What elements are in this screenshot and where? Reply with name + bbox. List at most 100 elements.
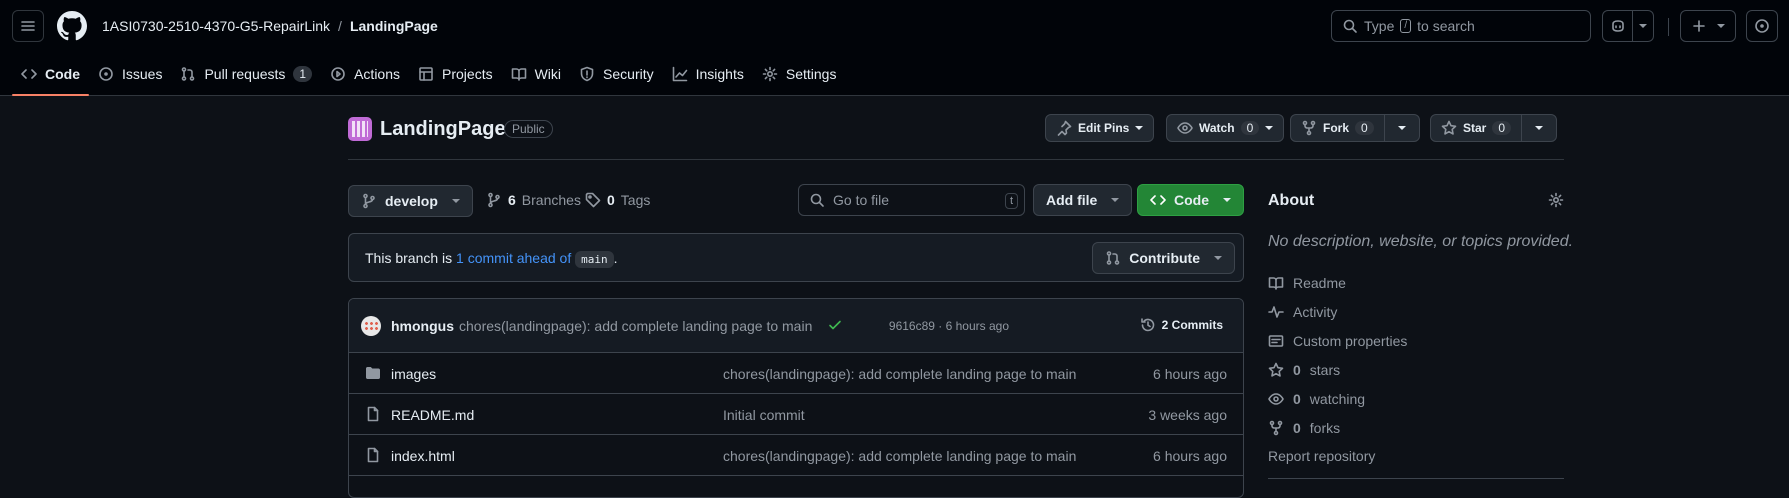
code-dropdown-button[interactable]: Code xyxy=(1137,184,1244,216)
file-age: 6 hours ago xyxy=(1153,448,1227,464)
issue-icon xyxy=(98,66,114,82)
github-logo-icon[interactable] xyxy=(56,10,88,42)
file-icon xyxy=(365,406,381,422)
tags-link[interactable]: 0 Tags xyxy=(585,192,650,208)
tab-code[interactable]: Code xyxy=(12,56,89,96)
check-icon[interactable] xyxy=(827,317,843,333)
commit-message-link[interactable]: chores(landingpage): add complete landin… xyxy=(459,318,812,334)
file-commit-message-link[interactable]: chores(landingpage): add complete landin… xyxy=(723,366,1076,382)
avatar[interactable] xyxy=(361,316,381,336)
divider xyxy=(1268,478,1564,479)
file-commit-message-link[interactable]: Initial commit xyxy=(723,407,805,423)
about-item-label: Activity xyxy=(1293,303,1338,320)
create-new-button[interactable] xyxy=(1680,10,1736,42)
tag-icon xyxy=(585,192,601,208)
star-button[interactable]: Star 0 xyxy=(1430,114,1558,142)
about-stars-link[interactable]: 0 stars xyxy=(1268,355,1564,384)
watch-count: 0 xyxy=(1240,121,1260,135)
tab-label: Pull requests xyxy=(204,66,286,82)
commit-sha-time[interactable]: 9616c89 · 6 hours ago xyxy=(889,319,1009,333)
add-file-button[interactable]: Add file xyxy=(1033,184,1133,216)
file-icon xyxy=(365,447,381,463)
file-name-link[interactable]: images xyxy=(391,366,436,382)
file-name-link[interactable]: README.md xyxy=(391,407,474,423)
pin-icon xyxy=(1056,120,1072,136)
tags-count: 0 xyxy=(607,192,615,208)
branches-count: 6 xyxy=(508,192,516,208)
commits-ahead-link[interactable]: 1 commit ahead of xyxy=(456,250,571,266)
stars-count: 0 xyxy=(1293,361,1301,378)
commits-history-link[interactable]: 2 Commits xyxy=(1140,317,1223,333)
star-dropdown[interactable] xyxy=(1521,115,1556,141)
search-shortcut-key: / xyxy=(1400,19,1412,33)
tab-pull-requests[interactable]: Pull requests 1 xyxy=(171,56,321,92)
code-button-label: Code xyxy=(1174,192,1209,208)
table-row[interactable]: README.md Initial commit 3 weeks ago xyxy=(349,394,1243,435)
tab-security[interactable]: Security xyxy=(570,56,663,92)
repo-owner-avatar[interactable] xyxy=(348,117,372,141)
file-age: 6 hours ago xyxy=(1153,366,1227,382)
copilot-button[interactable] xyxy=(1602,10,1654,42)
file-commit-message-link[interactable]: chores(landingpage): add complete landin… xyxy=(723,448,1076,464)
global-header: 1ASI0730-2510-4370-G5-RepairLink / Landing… xyxy=(0,0,1789,96)
breadcrumb-owner-link[interactable]: 1ASI0730-2510-4370-G5-RepairLink xyxy=(102,18,330,34)
chevron-down-icon xyxy=(1135,126,1144,130)
visibility-badge: Public xyxy=(504,120,553,138)
search-input[interactable]: Type / to search xyxy=(1331,10,1591,42)
contribute-button[interactable]: Contribute xyxy=(1092,242,1235,274)
tab-insights[interactable]: Insights xyxy=(663,56,753,92)
about-custom-properties-link[interactable]: Custom properties xyxy=(1268,326,1564,355)
go-to-file-input[interactable]: Go to file t xyxy=(798,184,1025,216)
fork-icon xyxy=(1301,120,1317,136)
play-icon xyxy=(330,66,346,82)
tab-projects[interactable]: Projects xyxy=(409,56,502,92)
about-watching-link[interactable]: 0 watching xyxy=(1268,384,1564,413)
code-icon xyxy=(21,66,37,82)
branches-label: Branches xyxy=(521,192,581,208)
about-item-label: Readme xyxy=(1293,274,1346,291)
fork-dropdown[interactable] xyxy=(1383,115,1419,141)
chevron-down-icon xyxy=(1397,126,1406,130)
branch-icon xyxy=(361,193,377,209)
fork-button[interactable]: Fork 0 xyxy=(1290,114,1420,142)
about-item-label: forks xyxy=(1309,419,1341,436)
branches-link[interactable]: 6 Branches xyxy=(486,192,581,208)
note-icon xyxy=(1268,333,1284,349)
tab-settings[interactable]: Settings xyxy=(753,56,846,92)
tab-wiki[interactable]: Wiki xyxy=(502,56,570,92)
tab-actions[interactable]: Actions xyxy=(321,56,409,92)
watching-count: 0 xyxy=(1293,390,1301,407)
about-readme-link[interactable]: Readme xyxy=(1268,268,1564,297)
branch-select-button[interactable]: develop xyxy=(348,185,473,217)
watch-button[interactable]: Watch 0 xyxy=(1166,114,1285,142)
file-name-link[interactable]: index.html xyxy=(391,448,455,464)
issues-shortcut-button[interactable] xyxy=(1746,10,1778,42)
about-heading: About xyxy=(1268,192,1315,209)
pulse-icon xyxy=(1268,304,1284,320)
gear-icon[interactable] xyxy=(1548,192,1564,208)
branch-name: develop xyxy=(385,193,438,209)
tab-issues[interactable]: Issues xyxy=(89,56,171,92)
commit-author-link[interactable]: hmongus xyxy=(391,318,454,334)
table-row[interactable]: images chores(landingpage): add complete… xyxy=(349,353,1243,394)
table-row[interactable]: index.html chores(landingpage): add comp… xyxy=(349,435,1243,476)
edit-pins-button[interactable]: Edit Pins xyxy=(1045,114,1155,142)
about-item-label: stars xyxy=(1309,361,1341,378)
code-icon xyxy=(1150,192,1166,208)
repo-name[interactable]: LandingPage xyxy=(380,118,506,141)
tab-label: Code xyxy=(45,66,80,82)
contribute-label: Contribute xyxy=(1129,250,1200,266)
hamburger-menu-button[interactable] xyxy=(12,10,44,42)
folder-icon xyxy=(365,365,381,381)
tab-label: Projects xyxy=(442,66,493,82)
menu-icon xyxy=(20,18,36,34)
breadcrumb-repo-link[interactable]: LandingPage xyxy=(350,18,438,34)
about-activity-link[interactable]: Activity xyxy=(1268,297,1564,326)
search-placeholder-after: to search xyxy=(1417,18,1475,34)
search-icon xyxy=(1342,18,1358,34)
star-icon xyxy=(1441,120,1457,136)
about-forks-link[interactable]: 0 forks xyxy=(1268,413,1564,442)
base-branch-chip: main xyxy=(575,251,614,268)
header-divider xyxy=(1668,18,1669,36)
report-repository-link[interactable]: Report repository xyxy=(1268,448,1375,464)
